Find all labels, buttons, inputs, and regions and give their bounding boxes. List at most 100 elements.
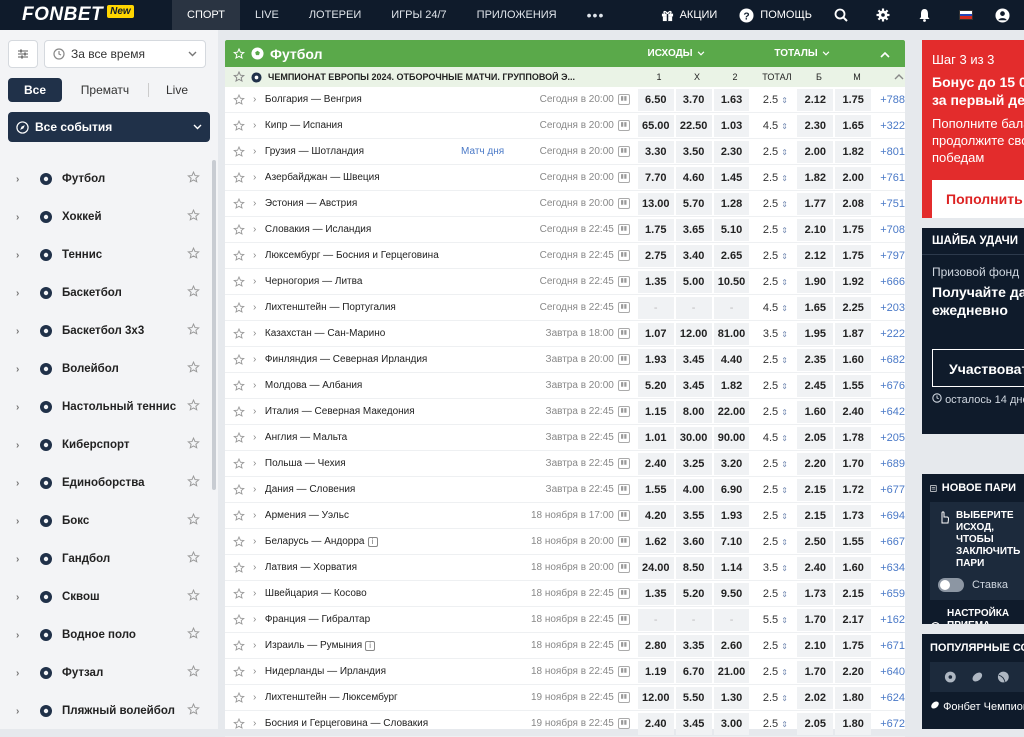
- more-markets-link[interactable]: +677: [873, 484, 905, 496]
- odd-under[interactable]: 1.75: [835, 218, 872, 241]
- stats-icon[interactable]: ▮▮: [617, 588, 630, 599]
- stats-icon[interactable]: ▮▮: [617, 640, 630, 651]
- match-teams[interactable]: Лихтенштейн — Португалия: [265, 302, 456, 313]
- odd-2[interactable]: 81.00: [713, 322, 750, 345]
- total-selector[interactable]: 2.5 ⇕: [755, 666, 795, 678]
- star-icon[interactable]: [233, 535, 247, 548]
- odd-under[interactable]: 2.17: [835, 608, 872, 631]
- star-icon[interactable]: [233, 197, 247, 210]
- star-icon[interactable]: [233, 327, 247, 340]
- odd-2[interactable]: 22.00: [713, 400, 750, 423]
- sidebar-item-esports[interactable]: › Киберспорт: [0, 426, 212, 464]
- chevron-right-icon[interactable]: ›: [253, 588, 265, 599]
- odd-under[interactable]: 1.72: [835, 478, 872, 501]
- odd-1[interactable]: 1.93: [637, 348, 674, 371]
- odd-over[interactable]: 2.05: [797, 712, 834, 735]
- star-icon[interactable]: [233, 717, 247, 730]
- table-row[interactable]: › Армения — Уэльс 18 ноября в 17:00 ▮▮ 4.20 3…: [225, 503, 905, 529]
- more-markets-link[interactable]: +634: [873, 562, 905, 574]
- chevron-right-icon[interactable]: ›: [253, 718, 265, 729]
- odd-under[interactable]: 1.65: [835, 114, 872, 137]
- chevron-right-icon[interactable]: ›: [253, 328, 265, 339]
- star-icon[interactable]: [233, 275, 247, 288]
- stats-icon[interactable]: ▮▮: [617, 458, 630, 469]
- odd-2[interactable]: 1.30: [713, 686, 750, 709]
- table-row[interactable]: › Грузия — Шотландия Матч дня Сегодня в 20:…: [225, 139, 905, 165]
- tab-all[interactable]: Все: [8, 78, 62, 102]
- star-icon[interactable]: [233, 379, 247, 392]
- odd-x[interactable]: 12.00: [675, 322, 712, 345]
- chevron-up-icon[interactable]: [894, 74, 904, 80]
- stats-icon[interactable]: ▮▮: [617, 536, 630, 547]
- odd-over[interactable]: 2.15: [797, 504, 834, 527]
- total-selector[interactable]: 2.5 ⇕: [755, 718, 795, 730]
- odd-under[interactable]: 2.08: [835, 192, 872, 215]
- more-markets-link[interactable]: +797: [873, 250, 905, 262]
- bet-settings-link[interactable]: НАСТРОЙКА ПРИЕМА ПАРИ: [922, 600, 1024, 624]
- more-markets-link[interactable]: +642: [873, 406, 905, 418]
- odd-1[interactable]: 1.75: [637, 218, 674, 241]
- table-row[interactable]: › Эстония — Австрия Сегодня в 20:00 ▮▮ 13.00…: [225, 191, 905, 217]
- chevron-right-icon[interactable]: ›: [253, 198, 265, 209]
- total-selector[interactable]: 2.5 ⇕: [755, 276, 795, 288]
- stats-icon[interactable]: ▮▮: [617, 380, 630, 391]
- star-icon[interactable]: [233, 145, 247, 158]
- star-icon[interactable]: [233, 457, 247, 470]
- star-icon[interactable]: [187, 626, 200, 643]
- odd-over[interactable]: 2.10: [797, 218, 834, 241]
- total-selector[interactable]: 2.5 ⇕: [755, 640, 795, 652]
- match-teams[interactable]: Азербайджан — Швеция: [265, 172, 456, 183]
- more-markets-link[interactable]: +672: [873, 718, 905, 730]
- match-teams[interactable]: Словакия — Исландия: [265, 224, 456, 235]
- star-icon[interactable]: [233, 171, 247, 184]
- odd-x[interactable]: 5.20: [675, 582, 712, 605]
- football-icon[interactable]: [944, 670, 957, 684]
- odd-2[interactable]: 21.00: [713, 660, 750, 683]
- total-selector[interactable]: 2.5 ⇕: [755, 380, 795, 392]
- odd-under[interactable]: 1.75: [835, 244, 872, 267]
- odd-2[interactable]: 1.28: [713, 192, 750, 215]
- chevron-right-icon[interactable]: ›: [253, 380, 265, 391]
- odd-under[interactable]: 1.70: [835, 452, 872, 475]
- nav-apps[interactable]: ПРИЛОЖЕНИЯ: [462, 0, 572, 30]
- odd-over[interactable]: 2.05: [797, 426, 834, 449]
- total-selector[interactable]: 4.5 ⇕: [755, 432, 795, 444]
- sidebar-item-handball[interactable]: › Гандбол: [0, 540, 212, 578]
- sidebar-item-water-polo[interactable]: › Водное поло: [0, 616, 212, 654]
- star-icon[interactable]: [233, 509, 247, 522]
- star-icon[interactable]: [233, 119, 247, 132]
- account-button[interactable]: [984, 0, 1024, 30]
- chevron-right-icon[interactable]: ›: [253, 276, 265, 287]
- sidebar-item-football[interactable]: › Футбол: [0, 160, 212, 198]
- star-icon[interactable]: [187, 246, 200, 263]
- nav-live[interactable]: LIVE: [240, 0, 294, 30]
- total-selector[interactable]: 2.5 ⇕: [755, 536, 795, 548]
- table-row[interactable]: › Казахстан — Сан-Марино Завтра в 18:00 ▮▮ 1…: [225, 321, 905, 347]
- match-teams[interactable]: Польша — Чехия: [265, 458, 456, 469]
- odd-over[interactable]: 1.65: [797, 296, 834, 319]
- more-markets-link[interactable]: +682: [873, 354, 905, 366]
- more-markets-link[interactable]: +751: [873, 198, 905, 210]
- star-icon[interactable]: [233, 431, 247, 444]
- odd-2[interactable]: 7.10: [713, 530, 750, 553]
- odd-x[interactable]: 4.60: [675, 166, 712, 189]
- stats-icon[interactable]: ▮▮: [617, 406, 630, 417]
- odd-2[interactable]: 2.30: [713, 140, 750, 163]
- match-teams[interactable]: Беларусь — Андорра i: [265, 536, 456, 547]
- odd-2[interactable]: 6.90: [713, 478, 750, 501]
- stats-icon[interactable]: ▮▮: [617, 354, 630, 365]
- star-icon[interactable]: [187, 550, 200, 567]
- collapse-button[interactable]: [865, 47, 905, 61]
- odd-x[interactable]: 3.50: [675, 140, 712, 163]
- stats-icon[interactable]: ▮▮: [617, 224, 630, 235]
- odd-under[interactable]: 2.40: [835, 400, 872, 423]
- match-teams[interactable]: Болгария — Венгрия: [265, 94, 456, 105]
- more-markets-link[interactable]: +694: [873, 510, 905, 522]
- chevron-right-icon[interactable]: ›: [253, 146, 265, 157]
- total-selector[interactable]: 3.5 ⇕: [755, 562, 795, 574]
- star-icon[interactable]: [233, 249, 247, 262]
- odd-1[interactable]: 5.20: [637, 374, 674, 397]
- odd-under[interactable]: 1.55: [835, 374, 872, 397]
- table-row[interactable]: › Франция — Гибралтар 18 ноября в 22:45 ▮▮ -…: [225, 607, 905, 633]
- language-button[interactable]: [948, 0, 984, 30]
